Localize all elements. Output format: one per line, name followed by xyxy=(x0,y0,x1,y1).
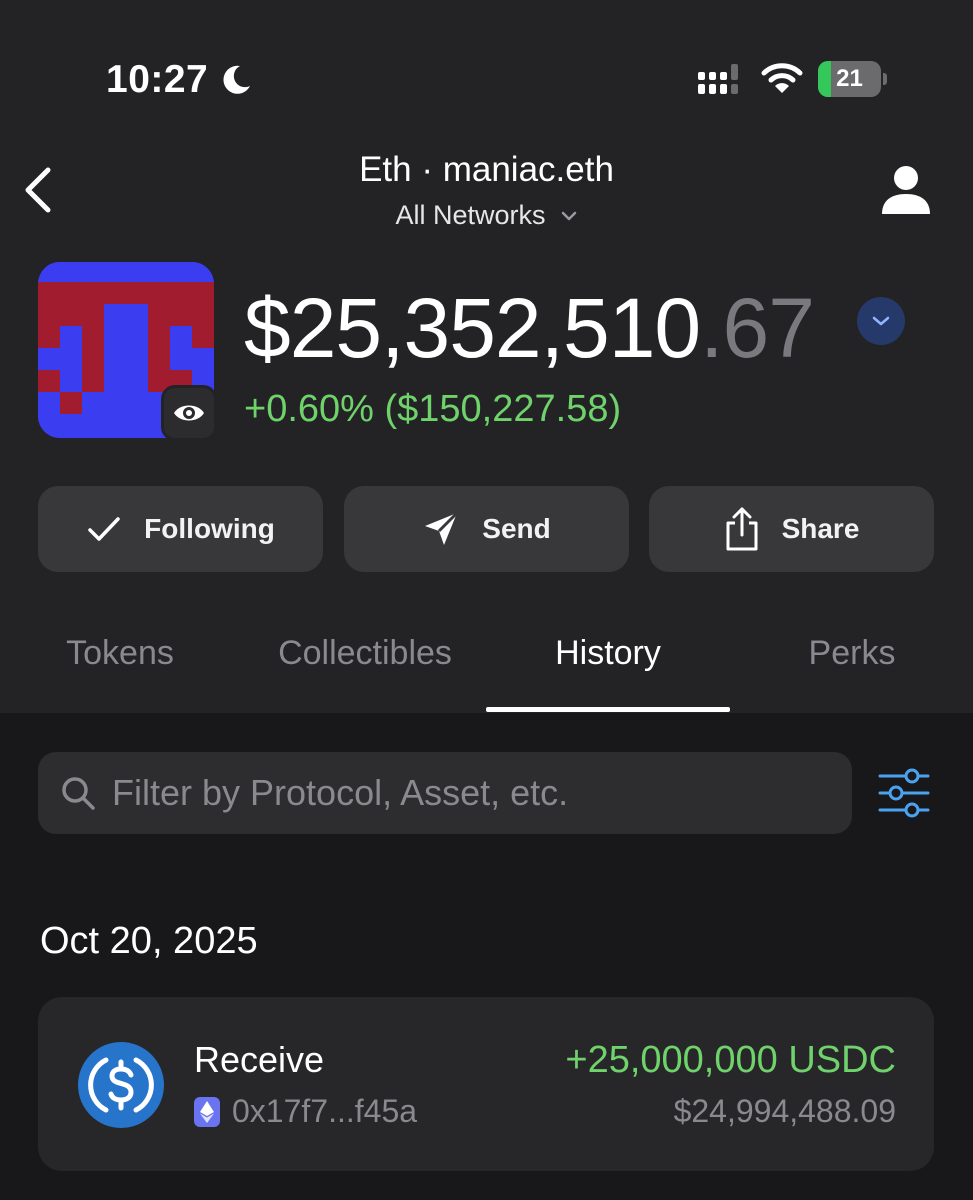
portfolio-change: +0.60% ($150,227.58) xyxy=(244,388,622,430)
share-button[interactable]: Share xyxy=(649,486,934,572)
chevron-left-icon[interactable] xyxy=(16,162,60,218)
transaction-row[interactable]: Receive 0x17f7...f45a +25,000,000 USDC $… xyxy=(38,997,934,1171)
moon-icon xyxy=(223,65,250,94)
portfolio-balance: $25,352,510.67 xyxy=(244,280,815,376)
network-selector[interactable]: All Networks xyxy=(200,200,773,231)
history-date-header: Oct 20, 2025 xyxy=(40,920,258,962)
watch-badge xyxy=(161,385,217,441)
signal-icon xyxy=(698,64,738,94)
tab-collectibles[interactable]: Collectibles xyxy=(250,634,480,684)
following-label: Following xyxy=(144,513,275,544)
person-icon[interactable] xyxy=(878,162,934,218)
battery-indicator: 21 xyxy=(818,61,888,97)
balance-toggle-button[interactable] xyxy=(857,297,905,345)
tab-history[interactable]: History xyxy=(486,634,730,684)
transaction-type: Receive xyxy=(194,1039,325,1080)
network-selector-label: All Networks xyxy=(395,200,546,230)
sliders-icon[interactable] xyxy=(876,768,932,818)
checkmark-icon xyxy=(88,517,120,541)
transaction-address-row: 0x17f7...f45a xyxy=(194,1093,417,1130)
share-label: Share xyxy=(781,513,860,544)
following-button[interactable]: Following xyxy=(38,486,323,572)
send-button[interactable]: Send xyxy=(344,486,629,572)
tab-tokens[interactable]: Tokens xyxy=(20,634,220,684)
chevron-down-icon xyxy=(872,316,890,326)
transaction-usd-value: $24,994,488.09 xyxy=(673,1093,896,1129)
transaction-amount: +25,000,000 USDC xyxy=(565,1039,896,1081)
transaction-address: 0x17f7...f45a xyxy=(232,1093,418,1129)
search-icon xyxy=(62,777,95,810)
active-tab-indicator xyxy=(486,707,730,712)
share-icon xyxy=(726,507,758,551)
paper-plane-icon xyxy=(425,511,459,545)
balance-cents: .67 xyxy=(700,281,815,375)
usdc-icon xyxy=(78,1042,164,1128)
battery-level: 21 xyxy=(836,65,863,92)
ethereum-icon xyxy=(194,1096,220,1127)
chevron-down-icon xyxy=(561,211,576,220)
send-label: Send xyxy=(482,513,551,544)
balance-main: $25,352,510 xyxy=(244,281,701,375)
eye-icon xyxy=(174,405,204,421)
tab-perks[interactable]: Perks xyxy=(752,634,952,684)
wallet-title: Eth · maniac.eth xyxy=(359,150,614,189)
status-time: 10:27 xyxy=(106,58,209,101)
search-input[interactable] xyxy=(112,772,812,814)
search-bar[interactable] xyxy=(38,752,852,834)
wifi-icon xyxy=(761,63,803,93)
